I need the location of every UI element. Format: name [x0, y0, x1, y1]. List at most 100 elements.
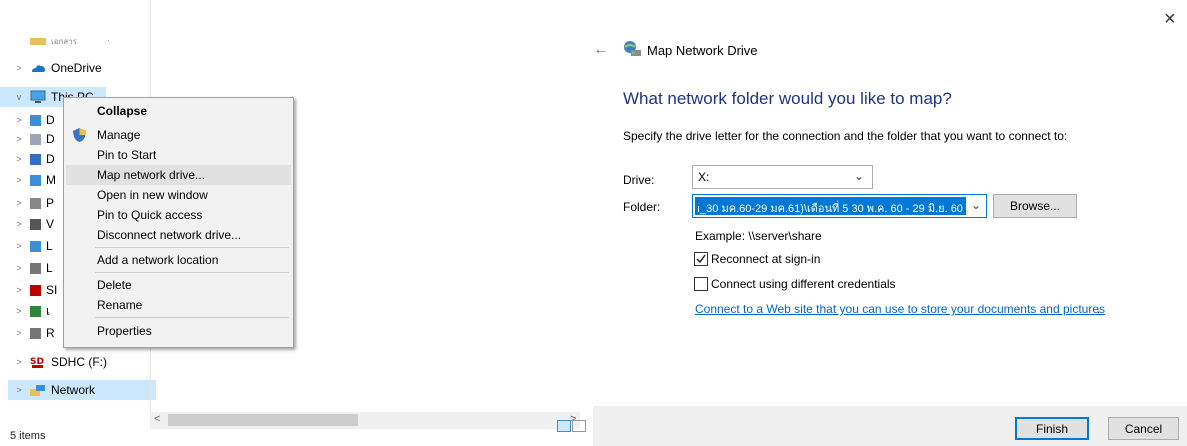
menu-separator	[95, 272, 289, 273]
web-storage-link[interactable]: Connect to a Web site that you can use t…	[695, 302, 1105, 316]
nav-item-drive[interactable]: > SI	[14, 280, 57, 300]
horizontal-scrollbar[interactable]: < >	[150, 412, 580, 429]
nav-item-drive[interactable]: > M	[14, 170, 56, 190]
menu-item-disconnect-network-drive[interactable]: Disconnect network drive...	[66, 225, 291, 245]
menu-item-pin-to-start[interactable]: Pin to Start	[66, 145, 291, 165]
example-text: Example: \\server\share	[695, 229, 822, 243]
nav-item-sdhc[interactable]: > SD SDHC (F:)	[14, 352, 107, 372]
chevron-right-icon[interactable]: >	[14, 219, 24, 229]
nav-item-drive[interactable]: > D	[14, 149, 55, 169]
finish-button[interactable]: Finish	[1015, 417, 1089, 440]
chevron-right-icon[interactable]: >	[14, 285, 24, 295]
chevron-right-icon[interactable]: >	[14, 63, 24, 73]
menu-item-label: Map network drive...	[97, 168, 206, 182]
nav-item-drive[interactable]: > L	[14, 258, 52, 278]
nav-item-drive[interactable]: > เ	[14, 301, 50, 321]
menu-item-rename[interactable]: Rename	[66, 295, 291, 315]
folder-value: ı_30 มค.60-29 มค.61)\เดือนที่ 5 30 พ.ค. …	[697, 203, 963, 215]
scrollbar-thumb[interactable]	[168, 414, 358, 426]
drive-icon	[30, 327, 41, 339]
nav-item-drive[interactable]: > R	[14, 323, 55, 343]
menu-item-pin-quick-access[interactable]: Pin to Quick access	[66, 205, 291, 225]
nav-item-label: OneDrive	[51, 61, 102, 75]
nav-item-drive[interactable]: > V	[14, 214, 54, 234]
scroll-left-icon[interactable]: <	[154, 413, 160, 425]
nav-item-label: D	[46, 132, 55, 146]
chevron-right-icon[interactable]: >	[14, 154, 24, 164]
drive-select[interactable]: X: ⌄	[692, 165, 873, 189]
close-icon[interactable]: ×	[1164, 8, 1176, 31]
drive-value: X:	[698, 170, 710, 184]
credentials-label[interactable]: Connect using different credentials	[711, 277, 896, 291]
menu-item-label: Pin to Start	[97, 148, 157, 162]
dialog-heading: What network folder would you like to ma…	[623, 89, 952, 108]
chevron-right-icon[interactable]: >	[14, 134, 24, 144]
nav-item-label: SI	[46, 283, 58, 297]
chevron-right-icon[interactable]: >	[14, 198, 24, 208]
drive-icon	[30, 153, 41, 165]
back-arrow-icon[interactable]: ←	[593, 41, 609, 59]
folder-input[interactable]: ı_30 มค.60-29 มค.61)\เดือนที่ 5 30 พ.ค. …	[695, 197, 966, 215]
menu-item-delete[interactable]: Delete	[66, 275, 291, 295]
menu-item-label: Open in new window	[97, 188, 208, 202]
nav-item-label: L	[46, 239, 53, 253]
nav-item-label: R	[46, 326, 55, 340]
chevron-down-icon[interactable]: v	[14, 92, 24, 102]
nav-item-drive[interactable]: > D	[14, 110, 55, 130]
drive-icon	[30, 284, 41, 296]
menu-item-label: Pin to Quick access	[97, 208, 203, 222]
chevron-right-icon[interactable]: >	[14, 115, 24, 125]
chevron-down-icon[interactable]: ⌄	[971, 198, 981, 212]
reconnect-label[interactable]: Reconnect at sign-in	[711, 252, 820, 266]
shield-icon	[73, 128, 86, 145]
dialog-description: Specify the drive letter for the connect…	[623, 129, 1068, 143]
browse-button[interactable]: Browse...	[993, 194, 1077, 218]
sd-card-icon: SD	[30, 355, 46, 369]
nav-item-label: D	[46, 152, 55, 166]
menu-item-map-network-drive[interactable]: Map network drive...	[66, 165, 291, 185]
nav-item-network[interactable]: > Network	[8, 380, 156, 400]
dialog-title: Map Network Drive	[647, 43, 758, 58]
menu-item-properties[interactable]: Properties	[66, 321, 291, 341]
menu-item-collapse[interactable]: Collapse	[66, 101, 291, 121]
chevron-right-icon[interactable]: >	[14, 263, 24, 273]
chevron-down-icon[interactable]: ⌄	[854, 169, 864, 183]
nav-item-label: Network	[51, 383, 96, 397]
computer-icon	[30, 90, 46, 104]
nav-item-drive[interactable]: > L	[14, 236, 53, 256]
network-drive-icon	[622, 40, 642, 61]
menu-item-open-new-window[interactable]: Open in new window	[66, 185, 291, 205]
chevron-right-icon[interactable]: >	[14, 328, 24, 338]
reconnect-checkbox[interactable]	[694, 252, 708, 266]
chevron-right-icon[interactable]: >	[14, 175, 24, 185]
drive-icon	[30, 114, 41, 126]
cancel-button[interactable]: Cancel	[1108, 417, 1179, 440]
network-icon	[30, 383, 46, 397]
cloud-icon	[30, 61, 46, 75]
folder-combobox[interactable]: ı_30 มค.60-29 มค.61)\เดือนที่ 5 30 พ.ค. …	[692, 194, 987, 218]
chevron-right-icon[interactable]: >	[14, 306, 24, 316]
drive-icon	[30, 133, 41, 145]
chevron-right-icon[interactable]: >	[14, 241, 24, 251]
menu-separator	[95, 247, 289, 248]
nav-item-label: D	[46, 113, 55, 127]
nav-item-onedrive[interactable]: > OneDrive	[14, 58, 102, 78]
drive-icon	[30, 305, 41, 317]
nav-item-drive[interactable]: > D	[14, 129, 55, 149]
menu-separator	[95, 317, 289, 318]
nav-item-label: เอกสาร	[51, 36, 78, 46]
credentials-checkbox[interactable]	[694, 277, 708, 291]
nav-item-documents[interactable]: เอกสาร .	[24, 31, 110, 45]
chevron-right-icon[interactable]: >	[14, 385, 24, 395]
menu-item-label: Collapse	[97, 104, 148, 118]
chevron-right-icon[interactable]: >	[14, 357, 24, 367]
nav-item-label: SDHC (F:)	[51, 355, 107, 369]
large-icons-view-icon[interactable]	[572, 420, 586, 432]
drive-label: Drive:	[623, 173, 655, 187]
details-view-icon[interactable]	[557, 420, 571, 432]
menu-item-label: Rename	[97, 298, 143, 312]
nav-item-drive[interactable]: > P	[14, 193, 54, 213]
status-bar-count: 5 items	[10, 430, 46, 442]
menu-item-add-network-location[interactable]: Add a network location	[66, 250, 291, 270]
menu-item-manage[interactable]: Manage	[66, 125, 291, 145]
